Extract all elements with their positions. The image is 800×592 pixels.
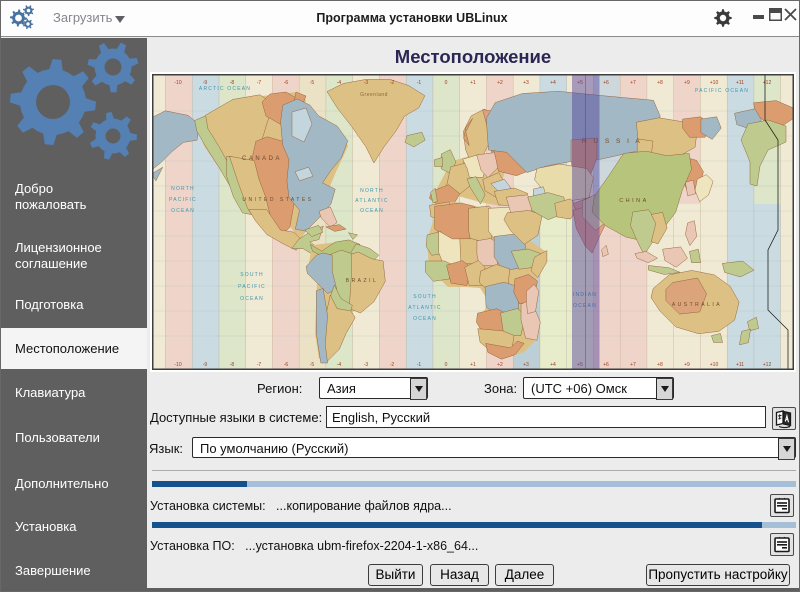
svg-text:+9: +9 [684, 80, 690, 86]
svg-text:+12: +12 [763, 80, 772, 86]
svg-text:-6: -6 [284, 362, 289, 368]
svg-text:+8: +8 [657, 80, 663, 86]
svg-text:+2: +2 [497, 362, 503, 368]
svg-text:0: 0 [445, 362, 448, 368]
svg-text:+4: +4 [550, 362, 556, 368]
svg-text:+7: +7 [630, 80, 636, 86]
svg-text:+9: +9 [684, 362, 690, 368]
svg-text:NORTH: NORTH [360, 188, 384, 194]
svg-text:SOUTH: SOUTH [413, 294, 437, 300]
svg-text:-3: -3 [364, 80, 369, 86]
svg-text:-1: -1 [417, 362, 422, 368]
svg-text:-4: -4 [337, 80, 342, 86]
svg-text:NORTH: NORTH [171, 186, 195, 192]
svg-text:ARCTIC OCEAN: ARCTIC OCEAN [199, 86, 251, 92]
svg-text:BRAZIL: BRAZIL [346, 278, 379, 284]
svg-text:+3: +3 [523, 362, 529, 368]
svg-text:CANADA: CANADA [242, 156, 282, 162]
svg-text:OCEAN: OCEAN [413, 316, 437, 322]
svg-text:+4: +4 [550, 80, 556, 86]
svg-text:-10: -10 [174, 80, 181, 86]
svg-text:PACIFIC OCEAN: PACIFIC OCEAN [695, 88, 749, 94]
svg-text:+1: +1 [470, 80, 476, 86]
svg-text:+8: +8 [657, 362, 663, 368]
svg-text:PACIFIC: PACIFIC [238, 284, 266, 290]
svg-text:-2: -2 [390, 362, 395, 368]
svg-text:+10: +10 [710, 80, 719, 86]
svg-text:+1: +1 [470, 362, 476, 368]
svg-text:+11: +11 [736, 80, 744, 86]
svg-text:+6: +6 [603, 80, 609, 86]
svg-text:0: 0 [445, 80, 448, 86]
svg-text:-8: -8 [230, 362, 235, 368]
svg-text:-9: -9 [203, 362, 208, 368]
svg-text:-5: -5 [310, 80, 315, 86]
svg-text:CHINA: CHINA [619, 198, 649, 204]
svg-text:+6: +6 [603, 362, 609, 368]
svg-text:AUSTRALIA: AUSTRALIA [672, 302, 722, 308]
svg-text:-9: -9 [203, 80, 208, 86]
svg-text:ATLANTIC: ATLANTIC [408, 305, 441, 311]
svg-text:+11: +11 [736, 362, 744, 368]
svg-text:+2: +2 [497, 80, 503, 86]
svg-text:-6: -6 [284, 80, 289, 86]
svg-text:+3: +3 [523, 80, 529, 86]
svg-text:-10: -10 [174, 362, 181, 368]
svg-text:-7: -7 [257, 80, 262, 86]
svg-text:-3: -3 [364, 362, 369, 368]
svg-text:OCEAN: OCEAN [171, 208, 195, 214]
svg-text:-4: -4 [337, 362, 342, 368]
svg-text:+12: +12 [763, 362, 772, 368]
svg-text:SOUTH: SOUTH [240, 272, 264, 278]
svg-text:-7: -7 [257, 362, 262, 368]
svg-text:OCEAN: OCEAN [240, 296, 264, 302]
svg-text:-2: -2 [390, 80, 395, 86]
svg-text:+7: +7 [630, 362, 636, 368]
svg-text:OCEAN: OCEAN [360, 208, 384, 214]
svg-text:+10: +10 [710, 362, 719, 368]
svg-text:-5: -5 [310, 362, 315, 368]
svg-text:PACIFIC: PACIFIC [169, 197, 197, 203]
svg-text:-8: -8 [230, 80, 235, 86]
svg-text:UNITED STATES: UNITED STATES [242, 197, 313, 203]
svg-text:-1: -1 [417, 80, 422, 86]
svg-text:Greenland: Greenland [360, 92, 388, 98]
svg-text:ATLANTIC: ATLANTIC [355, 198, 388, 204]
